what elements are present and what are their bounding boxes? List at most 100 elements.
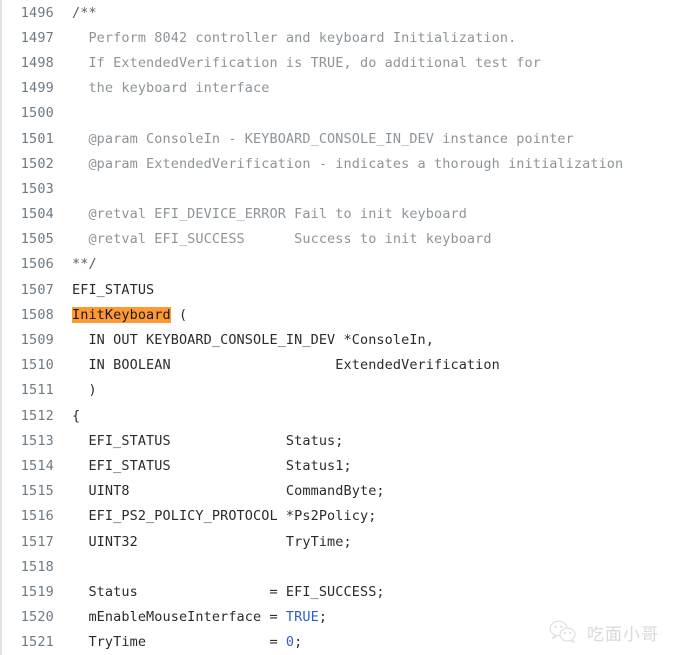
line-number: 1521 [20,634,54,651]
line-number: 1514 [20,457,54,474]
code-token: EFI_STATUS [72,281,155,298]
line-number: 1496 [20,4,54,21]
line-content[interactable]: IN BOOLEAN ExtendedVerification [54,357,675,373]
code-line[interactable]: 1498 If ExtendedVerification is TRUE, do… [2,50,675,75]
line-content[interactable]: the keyboard interface [54,80,675,96]
line-content[interactable]: /** [54,5,675,21]
line-content[interactable]: UINT32 TryTime; [54,534,675,550]
line-number: 1503 [20,180,54,197]
code-token: @param ConsoleIn - KEYBOARD_CONSOLE_IN_D… [72,130,574,147]
line-content[interactable]: Perform 8042 controller and keyboard Ini… [54,30,675,46]
line-number: 1500 [20,105,54,122]
code-token: /** [72,4,97,21]
code-token: Status = EFI_SUCCESS; [72,583,385,600]
screenshot-root: 1496 /** 1497 Perform 8042 controller and … [0,0,675,655]
code-line[interactable]: 1505 @retval EFI_SUCCESS Success to init… [2,227,675,252]
code-line[interactable]: 1511 ) [2,378,675,403]
code-token: **/ [72,256,97,273]
highlighted-symbol[interactable]: InitKeyboard [72,306,171,323]
code-token: @retval EFI_DEVICE_ERROR Fail to init ke… [72,206,467,223]
code-token: 0 [285,634,295,651]
line-content[interactable]: ) [54,382,675,398]
code-line[interactable]: 1502 @param ExtendedVerification - indic… [2,151,675,176]
code-line[interactable]: 1504 @retval EFI_DEVICE_ERROR Fail to in… [2,202,675,227]
line-content[interactable]: UINT8 CommandByte; [54,483,675,499]
line-content[interactable]: TryTime = 0; [54,634,675,650]
line-number: 1509 [20,332,54,349]
line-content[interactable]: InitKeyboard ( [54,306,675,323]
code-line[interactable]: 1501 @param ConsoleIn - KEYBOARD_CONSOLE… [2,126,675,151]
line-content[interactable]: Status = EFI_SUCCESS; [54,584,675,600]
line-number: 1515 [20,483,54,500]
code-token: UINT32 TryTime; [72,533,352,550]
code-token: @param ExtendedVerification - indicates … [72,155,624,172]
line-content[interactable]: EFI_STATUS Status1; [54,458,675,474]
line-content[interactable]: @param ConsoleIn - KEYBOARD_CONSOLE_IN_D… [54,131,675,147]
code-token: If ExtendedVerification is TRUE, do addi… [72,54,541,71]
code-token: TryTime = [72,634,286,651]
code-line[interactable]: 1512 { [2,403,675,428]
line-number: 1512 [20,407,54,424]
code-line[interactable]: 1509 IN OUT KEYBOARD_CONSOLE_IN_DEV *Con… [2,327,675,352]
line-number: 1520 [20,609,54,626]
code-token: mEnableMouseInterface = [72,609,286,626]
code-token: EFI_PS2_POLICY_PROTOCOL *Ps2Policy; [72,508,377,525]
line-content[interactable]: EFI_STATUS Status; [54,433,675,449]
line-number: 1510 [20,357,54,374]
code-token: the keyboard interface [72,80,270,97]
code-line[interactable]: 1518 [2,554,675,579]
code-line[interactable]: 1499 the keyboard interface [2,76,675,101]
code-line[interactable]: 1516 EFI_PS2_POLICY_PROTOCOL *Ps2Policy; [2,504,675,529]
line-number: 1502 [20,155,54,172]
code-token: Perform 8042 controller and keyboard Ini… [72,29,517,46]
line-number: 1513 [20,432,54,449]
code-token: TRUE [285,609,319,626]
line-number: 1518 [20,558,54,575]
code-line[interactable]: 1500 [2,101,675,126]
line-number: 1516 [20,508,54,525]
line-content[interactable]: **/ [54,256,675,272]
code-token: EFI_STATUS Status1; [72,457,352,474]
line-number: 1498 [20,54,54,71]
code-token: IN BOOLEAN ExtendedVerification [72,357,500,374]
code-line[interactable]: 1514 EFI_STATUS Status1; [2,453,675,478]
code-line[interactable]: 1497 Perform 8042 controller and keyboar… [2,25,675,50]
line-content[interactable]: { [54,408,675,424]
line-content[interactable]: @retval EFI_DEVICE_ERROR Fail to init ke… [54,206,675,222]
code-line[interactable]: 1496 /** [2,0,675,25]
line-content[interactable]: @param ExtendedVerification - indicates … [54,156,675,172]
code-line[interactable]: 1520 mEnableMouseInterface = TRUE; [2,605,675,630]
code-token: @retval EFI_SUCCESS Success to init keyb… [72,231,492,248]
line-content[interactable]: EFI_PS2_POLICY_PROTOCOL *Ps2Policy; [54,508,675,524]
code-token: UINT8 CommandByte; [72,483,385,500]
code-line[interactable]: 1517 UINT32 TryTime; [2,529,675,554]
line-number: 1504 [20,206,54,223]
code-line[interactable]: 1507 EFI_STATUS [2,277,675,302]
code-token: IN OUT KEYBOARD_CONSOLE_IN_DEV *ConsoleI… [72,332,435,349]
code-token: EFI_STATUS Status; [72,432,344,449]
code-line[interactable]: 1510 IN BOOLEAN ExtendedVerification [2,353,675,378]
line-number: 1506 [20,256,54,273]
code-token: ; [318,609,328,626]
line-number: 1497 [20,29,54,46]
line-number: 1499 [20,80,54,97]
code-line[interactable]: 1519 Status = EFI_SUCCESS; [2,579,675,604]
code-line[interactable]: 1506 **/ [2,252,675,277]
code-line[interactable]: 1508 InitKeyboard ( [2,302,675,327]
line-content[interactable]: mEnableMouseInterface = TRUE; [54,609,675,625]
line-content[interactable]: EFI_STATUS [54,282,675,298]
code-line[interactable]: 1503 [2,176,675,201]
code-token: ; [294,634,303,651]
code-token: { [72,407,81,424]
line-content[interactable]: @retval EFI_SUCCESS Success to init keyb… [54,231,675,247]
code-token: ( [170,306,188,323]
line-content[interactable]: IN OUT KEYBOARD_CONSOLE_IN_DEV *ConsoleI… [54,332,675,348]
code-line[interactable]: 1521 TryTime = 0; [2,630,675,655]
line-number: 1517 [20,533,54,550]
source-code-viewer[interactable]: 1496 /** 1497 Perform 8042 controller and … [0,0,675,655]
code-line[interactable]: 1513 EFI_STATUS Status; [2,428,675,453]
line-number: 1507 [20,281,54,298]
line-number: 1501 [20,130,54,147]
line-content[interactable]: If ExtendedVerification is TRUE, do addi… [54,55,675,71]
code-line[interactable]: 1515 UINT8 CommandByte; [2,479,675,504]
